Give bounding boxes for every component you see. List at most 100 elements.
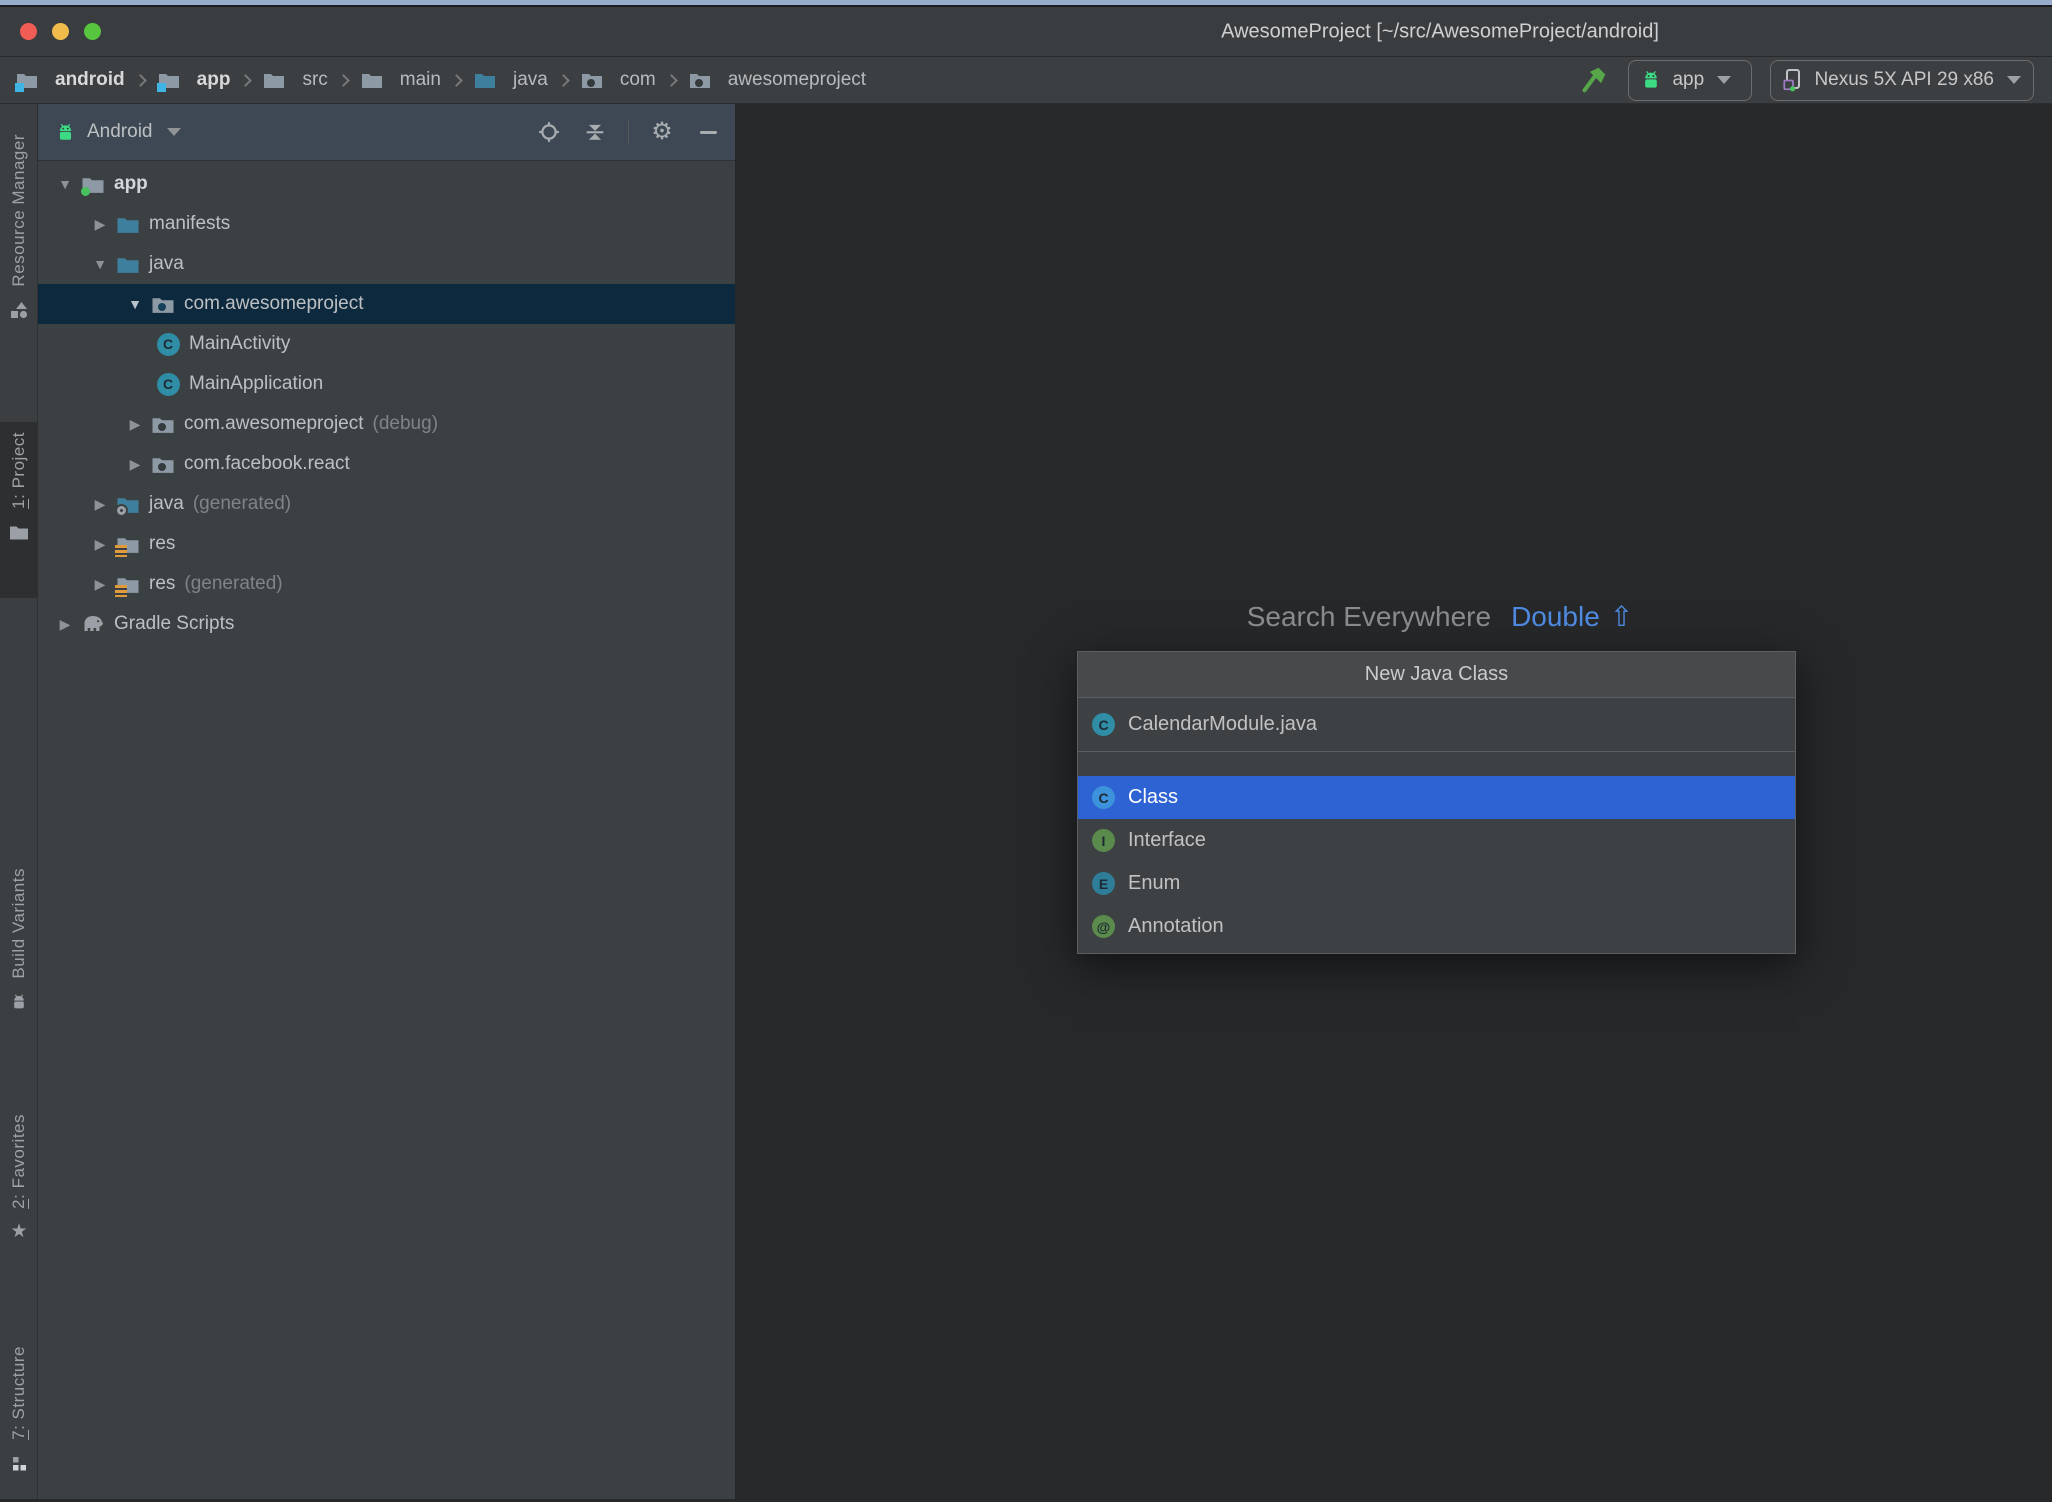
breadcrumb-separator-icon [239, 73, 253, 87]
chevron-down-icon [2007, 76, 2021, 84]
structure-icon [8, 1452, 30, 1474]
package-icon [579, 68, 605, 92]
popup-item-calendarmodule[interactable]: C CalendarModule.java [1078, 698, 1795, 752]
sidebar-tab-project[interactable]: 1: Project [0, 422, 38, 598]
star-icon: ★ [10, 1221, 28, 1243]
tree-row-com-facebook-react[interactable]: ▶ com.facebook.react [38, 444, 735, 484]
resource-manager-icon [8, 299, 30, 321]
folder-icon [115, 212, 141, 236]
tool-window-stripe-left: Resource Manager 1: Project Build Varian… [0, 104, 38, 1499]
annotation-icon: @ [1092, 915, 1115, 938]
breadcrumb-item-main[interactable]: main [359, 68, 441, 92]
window-controls [20, 23, 101, 40]
expand-arrow-icon[interactable]: ▼ [50, 176, 80, 192]
project-panel-header: Android ⚙ [38, 104, 735, 161]
run-configuration-select[interactable]: app [1628, 59, 1753, 101]
collapse-arrow-icon[interactable]: ▶ [85, 536, 115, 553]
breadcrumb-separator-icon [450, 73, 463, 87]
collapse-arrow-icon[interactable]: ▶ [50, 616, 80, 633]
tree-row-com-awesomeproject-debug[interactable]: ▶ com.awesomeproject (debug) [38, 404, 735, 444]
breadcrumb: android app src main java com awesomepro… [14, 68, 866, 92]
hide-panel-button[interactable] [695, 119, 721, 145]
tree-row-app[interactable]: ▼ app [38, 164, 735, 204]
breadcrumb-item-app[interactable]: app [156, 68, 230, 92]
breadcrumb-item-src[interactable]: src [261, 68, 328, 92]
package-icon [150, 292, 176, 316]
tree-row-java-generated[interactable]: ▶ java (generated) [38, 484, 735, 524]
editor-area: Search Everywhere Double ⇧ New Java Clas… [735, 104, 2052, 1499]
expand-arrow-icon[interactable]: ▼ [85, 256, 115, 272]
breadcrumb-item-com[interactable]: com [579, 68, 656, 92]
package-icon [687, 68, 713, 92]
shift-arrow-icon: ⇧ [1609, 601, 1634, 632]
popup-spacer [1078, 752, 1795, 776]
close-window-button[interactable] [20, 23, 37, 40]
res-folder-icon [115, 532, 141, 557]
breadcrumb-separator-icon [556, 73, 570, 87]
background-window-edge [0, 0, 2052, 7]
popup-option-interface[interactable]: I Interface [1078, 819, 1795, 862]
main-toolbar: android app src main java com awesomepro… [0, 57, 2052, 104]
sidebar-tab-favorites[interactable]: 2: Favorites ★ [0, 1104, 38, 1336]
project-tree: ▼ app ▶ manifests ▼ java ▼ com.awesomepr… [38, 161, 735, 644]
device-label: Nexus 5X API 29 x86 [1814, 69, 1994, 90]
gradle-elephant-icon [80, 612, 106, 636]
android-robot-icon [1639, 68, 1663, 92]
package-icon [150, 452, 176, 476]
chevron-down-icon [166, 128, 181, 136]
device-select[interactable]: Nexus 5X API 29 x86 [1770, 59, 2034, 101]
settings-gear-button[interactable]: ⚙ [649, 119, 675, 145]
folder-icon [359, 68, 385, 92]
build-variants-icon [8, 991, 30, 1013]
breadcrumb-item-android[interactable]: android [14, 68, 125, 92]
breadcrumb-separator-icon [664, 73, 678, 87]
tree-row-mainapplication[interactable]: C MainApplication [38, 364, 735, 404]
breadcrumb-item-java[interactable]: java [472, 68, 548, 92]
popup-option-enum[interactable]: E Enum [1078, 862, 1795, 905]
collapse-arrow-icon[interactable]: ▶ [120, 416, 150, 433]
module-folder-icon [14, 68, 40, 92]
window-title: AwesomeProject [~/src/AwesomeProject/and… [1221, 20, 1659, 42]
tree-row-res[interactable]: ▶ res [38, 524, 735, 564]
sidebar-tab-structure[interactable]: 7: Structure [0, 1336, 38, 1502]
breadcrumb-separator-icon [133, 73, 147, 87]
breadcrumb-item-awesomeproject[interactable]: awesomeproject [687, 68, 866, 92]
tree-row-res-generated[interactable]: ▶ res (generated) [38, 564, 735, 604]
project-view-selector[interactable]: Android [54, 121, 181, 144]
package-icon [150, 412, 176, 436]
interface-icon: I [1092, 829, 1115, 852]
android-robot-icon [54, 121, 77, 144]
device-phone-icon [1781, 68, 1805, 92]
popup-option-annotation[interactable]: @ Annotation [1078, 905, 1795, 948]
locate-file-button[interactable] [536, 119, 562, 145]
tree-row-mainactivity[interactable]: C MainActivity [38, 324, 735, 364]
minimize-window-button[interactable] [52, 23, 69, 40]
class-icon: C [1092, 786, 1115, 809]
collapse-arrow-icon[interactable]: ▶ [85, 576, 115, 593]
tree-row-gradle-scripts[interactable]: ▶ Gradle Scripts [38, 604, 735, 644]
class-icon: C [155, 332, 181, 356]
popup-header: New Java Class [1078, 652, 1795, 698]
sidebar-tab-resource-manager[interactable]: Resource Manager [0, 124, 38, 404]
tree-row-java[interactable]: ▼ java [38, 244, 735, 284]
generated-source-folder-icon [115, 492, 141, 517]
project-folder-icon [8, 521, 30, 543]
tree-row-manifests[interactable]: ▶ manifests [38, 204, 735, 244]
build-hammer-button[interactable] [1576, 63, 1610, 97]
collapse-all-button[interactable] [582, 119, 608, 145]
module-folder-icon [156, 68, 182, 92]
collapse-arrow-icon[interactable]: ▶ [85, 216, 115, 233]
source-folder-icon [472, 68, 498, 92]
module-folder-icon [80, 172, 106, 196]
project-tool-window: Android ⚙ ▼ app ▶ manifests ▼ java ▼ com… [38, 104, 735, 1499]
expand-arrow-icon[interactable]: ▼ [120, 296, 150, 312]
sidebar-tab-build-variants[interactable]: Build Variants [0, 858, 38, 1098]
new-java-class-popup: New Java Class C CalendarModule.java C C… [1077, 651, 1796, 954]
collapse-arrow-icon[interactable]: ▶ [85, 496, 115, 513]
collapse-arrow-icon[interactable]: ▶ [120, 456, 150, 473]
tree-row-com-awesomeproject[interactable]: ▼ com.awesomeproject [38, 284, 735, 324]
toolbar-divider [628, 119, 629, 145]
enum-icon: E [1092, 872, 1115, 895]
zoom-window-button[interactable] [84, 23, 101, 40]
popup-option-class[interactable]: C Class [1078, 776, 1795, 819]
